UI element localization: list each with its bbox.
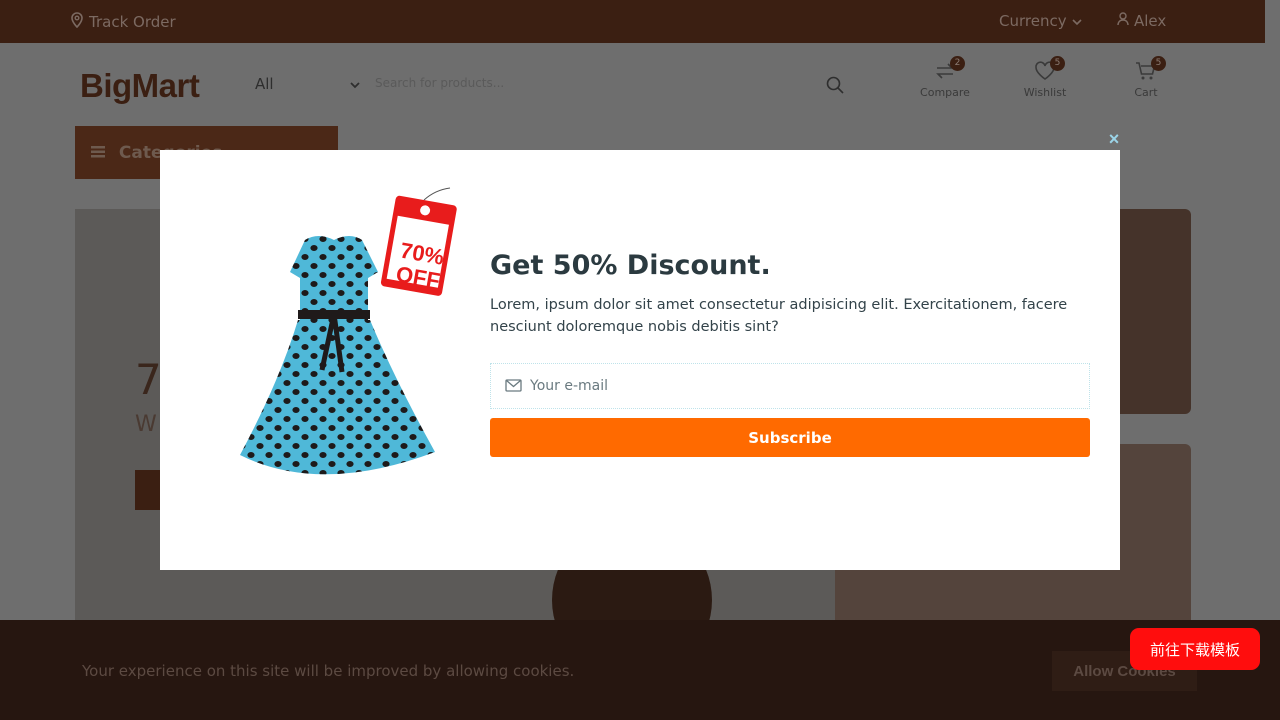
popup-description: Lorem, ipsum dolor sit amet consectetur … <box>490 297 1068 335</box>
compare-icon <box>934 63 956 84</box>
site-logo[interactable]: BigMart <box>80 67 200 105</box>
top-bar: Track Order Currency Alex <box>0 0 1265 43</box>
compare-label: Compare <box>920 86 970 99</box>
user-name: Alex <box>1134 12 1167 30</box>
track-order-link[interactable]: Track Order <box>70 12 176 32</box>
wishlist-button[interactable]: 5 Wishlist <box>1015 56 1075 99</box>
cart-count-badge: 5 <box>1151 56 1166 71</box>
compare-count-badge: 2 <box>950 56 965 71</box>
menu-icon <box>91 143 105 163</box>
heart-icon <box>1034 61 1056 84</box>
envelope-icon <box>505 377 522 396</box>
search-icon[interactable] <box>826 76 844 98</box>
dress-image: 70% OFF <box>210 180 470 500</box>
cart-button[interactable]: 5 Cart <box>1116 56 1176 99</box>
location-pin-icon <box>70 12 84 32</box>
site-header: BigMart All Search for products... 2 Com… <box>0 43 1265 128</box>
cart-label: Cart <box>1134 86 1158 99</box>
search-category-select[interactable]: All <box>255 75 360 93</box>
cart-icon <box>1135 62 1157 84</box>
discount-popup: 70% OFF Get 50% Discount. Lorem, ipsum d… <box>160 150 1120 570</box>
search-category-value: All <box>255 75 274 93</box>
hero-subline: W <box>135 412 157 437</box>
wishlist-label: Wishlist <box>1023 86 1067 99</box>
hero-headline: 7 <box>135 355 162 404</box>
user-icon <box>1117 12 1129 30</box>
email-input[interactable] <box>530 378 1070 394</box>
email-field[interactable] <box>490 363 1090 409</box>
cookie-message: Your experience on this site will be imp… <box>82 662 575 680</box>
close-icon[interactable]: × <box>1104 129 1124 149</box>
subscribe-button[interactable]: Subscribe <box>490 418 1090 457</box>
dress-illustration <box>240 187 457 475</box>
currency-dropdown[interactable]: Currency <box>999 12 1082 30</box>
currency-label: Currency <box>999 12 1067 30</box>
cookie-bar: Your experience on this site will be imp… <box>0 620 1280 720</box>
search-input[interactable]: Search for products... <box>375 76 504 90</box>
compare-button[interactable]: 2 Compare <box>915 56 975 99</box>
download-template-button[interactable]: 前往下载模板 <box>1130 628 1260 670</box>
discount-tag-label: 70% OFF <box>388 238 451 295</box>
chevron-down-icon <box>350 75 360 93</box>
chevron-down-icon <box>1072 12 1082 30</box>
user-account-link[interactable]: Alex <box>1117 12 1166 30</box>
popup-title: Get 50% Discount. <box>490 250 771 281</box>
wishlist-count-badge: 5 <box>1050 56 1065 71</box>
track-order-label: Track Order <box>89 13 176 31</box>
